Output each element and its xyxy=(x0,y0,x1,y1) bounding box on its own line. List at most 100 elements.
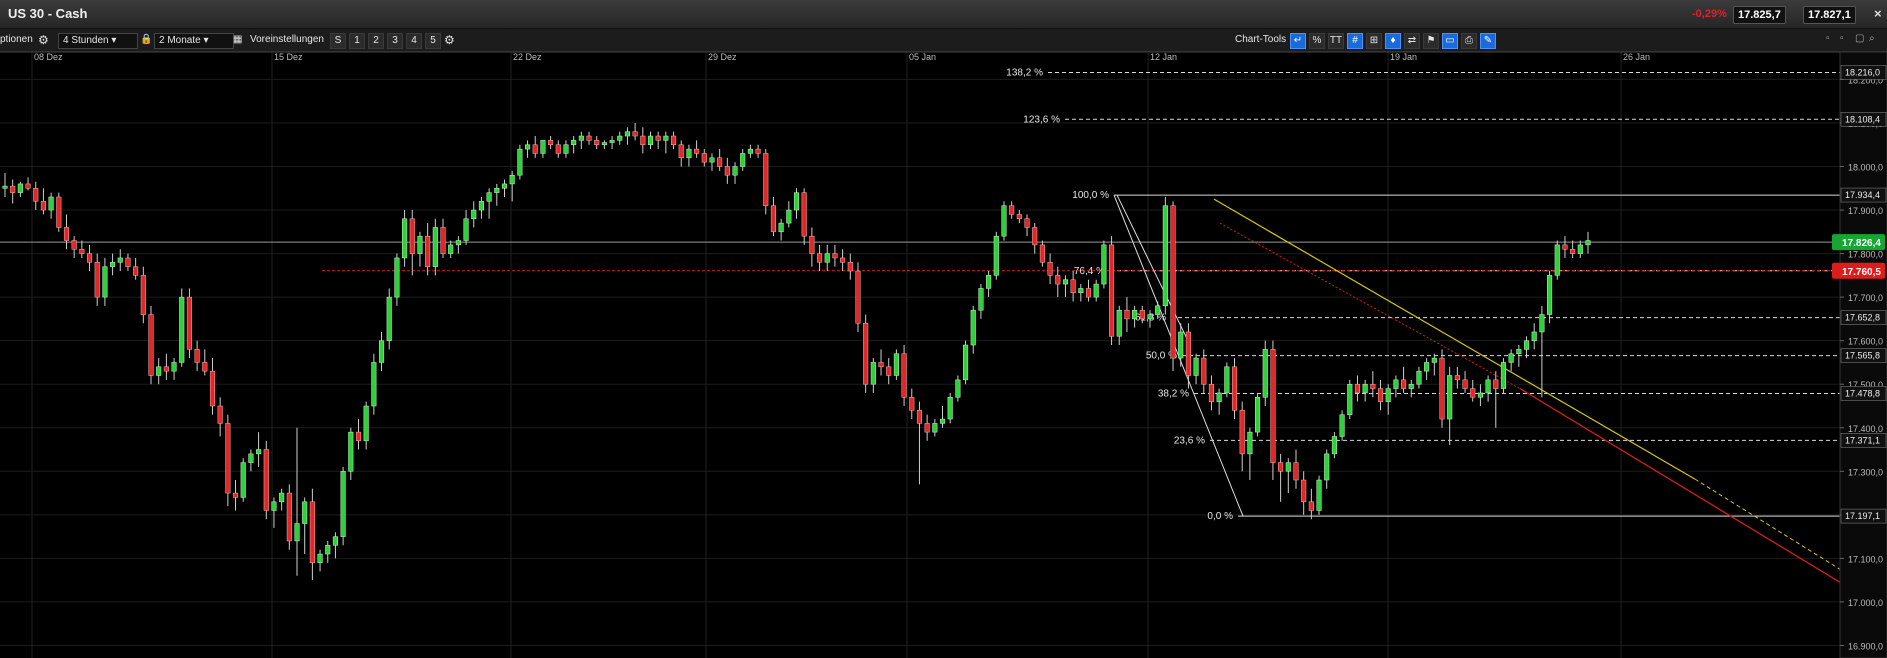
functions-menu[interactable]: ptionen xyxy=(0,33,33,47)
candle-body xyxy=(548,140,554,145)
candle-body xyxy=(986,275,992,289)
search-icon[interactable]: ⌕ xyxy=(1869,33,1875,44)
candle-body xyxy=(1523,340,1530,350)
candle-body xyxy=(1477,392,1483,398)
preset-5-button[interactable]: 5 xyxy=(425,33,441,49)
candle-body xyxy=(33,188,39,202)
candle-body xyxy=(1331,436,1337,455)
candle-body xyxy=(1047,262,1053,276)
preset-3-button[interactable]: 3 xyxy=(387,33,403,49)
candle-body xyxy=(517,148,523,176)
candle-body xyxy=(1093,283,1099,298)
preset-4-button[interactable]: 4 xyxy=(406,33,422,49)
percent-tool-button[interactable]: % xyxy=(1309,33,1325,49)
crosshair-tool-icon[interactable]: ↵ xyxy=(1290,33,1306,49)
candle-body xyxy=(963,344,969,381)
candle-body xyxy=(256,449,262,455)
candle-body xyxy=(594,140,600,145)
fib-level-value: 17.652,8 xyxy=(1845,313,1880,323)
candle-body xyxy=(1393,379,1399,389)
sell-price-button[interactable]: 17.825,7 xyxy=(1733,6,1786,24)
candle-body xyxy=(294,523,300,542)
candle-body xyxy=(571,140,577,145)
chart-toolbar: ptionen ⚙ 4 Stunden ▾ 🔒 2 Monate ▾ ▦ Vor… xyxy=(0,29,1887,52)
candle-body xyxy=(40,201,46,211)
candle-body xyxy=(286,492,292,542)
grid-tool-icon[interactable]: # xyxy=(1347,33,1363,49)
preset-s-button[interactable]: S xyxy=(330,33,346,49)
candle-body xyxy=(248,453,254,463)
fib-level-pct: 123,6 % xyxy=(1023,114,1060,125)
candle-body xyxy=(532,144,538,154)
calendar-icon[interactable]: ▦ xyxy=(233,33,242,47)
buy-price-button[interactable]: 17.827,1 xyxy=(1803,6,1856,24)
candle-body xyxy=(17,183,23,193)
x-tick-label: 08 Dez xyxy=(34,52,63,62)
candle-body xyxy=(1293,462,1299,481)
print-icon[interactable]: ⎙ xyxy=(1461,33,1477,49)
minimize-icon[interactable]: ▫ xyxy=(1826,33,1830,44)
text-tool-button[interactable]: TT xyxy=(1328,33,1344,49)
fib-level-value: 17.197,1 xyxy=(1845,511,1880,521)
layout-tool-icon[interactable]: ▭ xyxy=(1442,33,1458,49)
candle-body xyxy=(1016,214,1022,220)
candle-body xyxy=(455,240,461,246)
candle-body xyxy=(1208,383,1215,402)
candle-body xyxy=(793,192,800,211)
y-tick-label: 17.000,0 xyxy=(1848,598,1883,608)
lock-icon[interactable]: 🔒 xyxy=(140,33,152,47)
range-value: 2 Monate xyxy=(159,35,201,46)
candle-body xyxy=(355,431,362,442)
close-icon[interactable]: × xyxy=(1870,6,1886,22)
candle-body xyxy=(840,257,846,263)
y-tick-label: 17.800,0 xyxy=(1848,250,1883,260)
candle-body xyxy=(893,353,899,376)
x-tick-label: 05 Jan xyxy=(909,52,936,62)
presets-label[interactable]: Voreinstellungen xyxy=(250,33,324,47)
candle-body xyxy=(1185,331,1191,376)
candle-body xyxy=(1139,309,1145,320)
candle-body xyxy=(1170,205,1176,359)
draw-tool-icon[interactable]: ✎ xyxy=(1480,33,1496,49)
marker-tool-icon[interactable]: ♦ xyxy=(1385,33,1401,49)
gear-icon[interactable]: ⚙ xyxy=(38,33,49,47)
range-select[interactable]: 2 Monate ▾ xyxy=(154,33,234,49)
preset-1-button[interactable]: 1 xyxy=(349,33,365,49)
candle-body xyxy=(1500,362,1507,389)
restore-icon[interactable]: ▫ xyxy=(1840,33,1844,44)
candle-body xyxy=(2,185,8,189)
candle-body xyxy=(501,183,508,189)
candle-body xyxy=(1585,240,1591,246)
preset-2-button[interactable]: 2 xyxy=(368,33,384,49)
x-tick-label: 29 Dez xyxy=(708,52,737,62)
x-tick-label: 15 Dez xyxy=(274,52,303,62)
candle-body xyxy=(163,366,169,372)
fib-level-value: 17.371,1 xyxy=(1845,435,1880,445)
candle-body xyxy=(832,253,838,259)
candle-body xyxy=(110,262,116,267)
compare-tool-icon[interactable]: ⇄ xyxy=(1404,33,1420,49)
candle-body xyxy=(133,266,139,276)
candle-body xyxy=(1377,388,1384,402)
candle-body xyxy=(524,144,531,150)
interval-select[interactable]: 4 Stunden ▾ xyxy=(58,33,138,49)
fib-tool-icon[interactable]: ⊞ xyxy=(1366,33,1382,49)
candle-body xyxy=(394,257,400,298)
window-title: US 30 - Cash xyxy=(8,6,88,21)
candle-body xyxy=(1539,314,1545,333)
price-chart[interactable]: 138,2 %123,6 %100,0 %76,4 %61,8 %50,0 %3… xyxy=(0,52,1887,658)
x-tick-label: 12 Jan xyxy=(1150,52,1177,62)
candle-body xyxy=(148,314,154,376)
maximize-icon[interactable]: ▢ xyxy=(1855,33,1864,44)
candle-body xyxy=(86,253,93,263)
candle-body xyxy=(1062,279,1069,285)
indicator-tool-icon[interactable]: ⚑ xyxy=(1423,33,1439,49)
candle-body xyxy=(1039,244,1045,263)
y-tick-label: 17.400,0 xyxy=(1848,424,1883,434)
candle-body xyxy=(586,135,592,141)
preset-settings-icon[interactable]: ⚙ xyxy=(444,33,455,47)
candle-body xyxy=(816,253,823,263)
candle-body xyxy=(717,157,723,167)
candle-body xyxy=(225,423,231,494)
candle-body xyxy=(340,471,346,537)
